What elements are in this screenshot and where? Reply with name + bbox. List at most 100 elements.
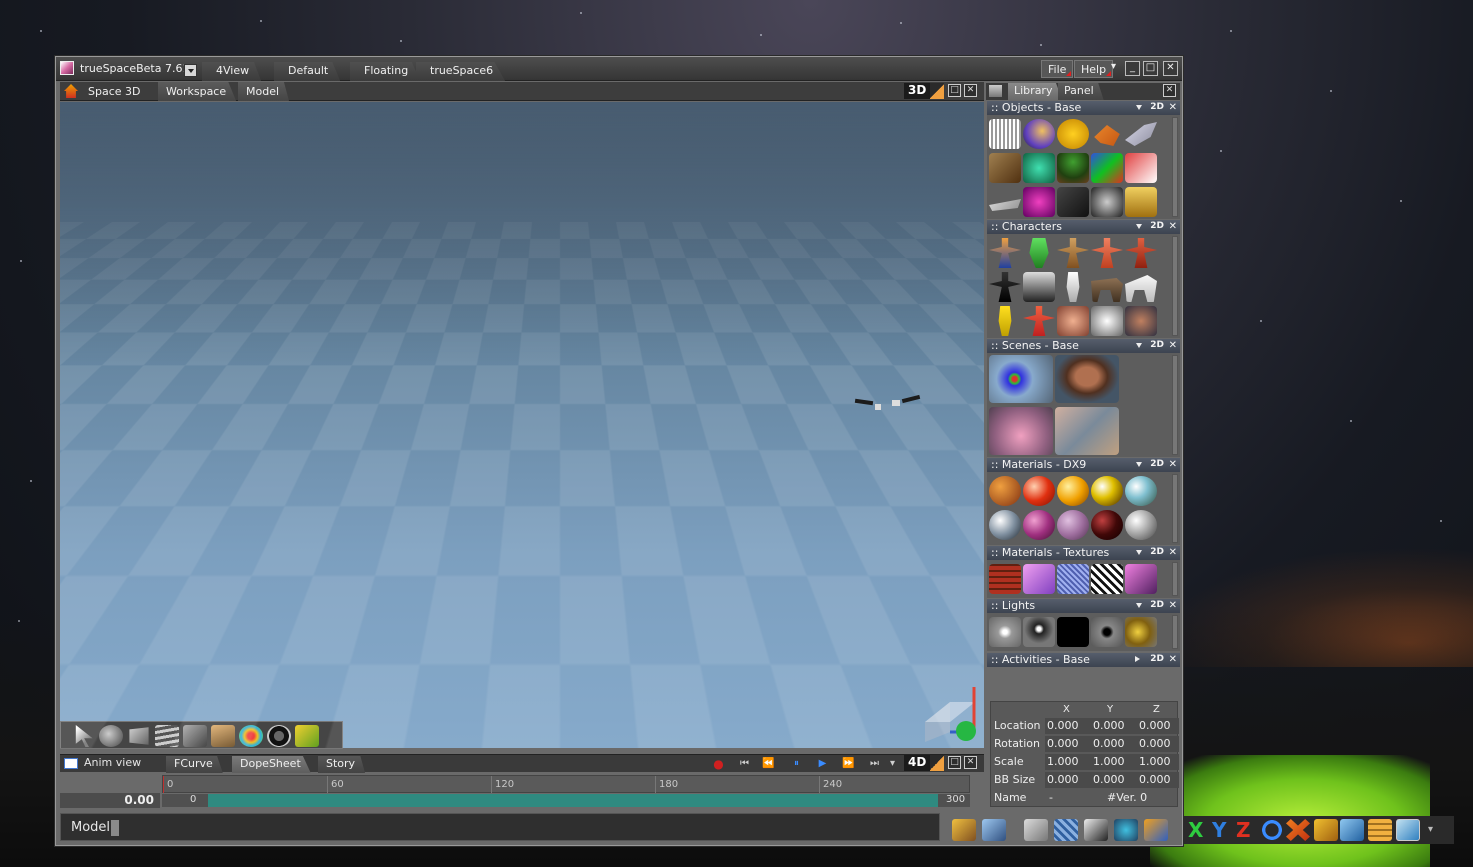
section-close-icon[interactable]: ✕ [1169, 458, 1177, 471]
section-header[interactable]: :: Activities - Base 2D ✕ [987, 653, 1180, 667]
select-arrow-icon[interactable] [75, 725, 93, 747]
light-swatch[interactable] [1023, 617, 1055, 647]
3d-viewport[interactable] [60, 102, 984, 748]
library-item[interactable] [1091, 153, 1123, 183]
view-2d-toggle[interactable]: 2D [1150, 546, 1164, 559]
deform-icon[interactable] [211, 725, 235, 747]
help-menu[interactable]: Help [1074, 60, 1114, 78]
library-item[interactable] [1057, 119, 1089, 149]
axis-y-toggle[interactable]: Y [1212, 820, 1226, 840]
library-item[interactable] [1091, 278, 1123, 302]
expand-arrow-icon[interactable] [1135, 656, 1140, 662]
texture-swatch[interactable] [1125, 564, 1157, 594]
move-tool-icon[interactable] [1286, 819, 1310, 841]
objects-icon[interactable] [1114, 819, 1138, 841]
go-to-start-button[interactable]: ⏮ [738, 758, 751, 770]
tab-workspace[interactable]: Workspace [158, 82, 237, 101]
close-button[interactable]: ✕ [1163, 61, 1178, 76]
material-swatch[interactable] [1057, 510, 1089, 540]
paint-icon[interactable] [183, 725, 207, 747]
location-x[interactable]: 0.000 [1047, 719, 1079, 732]
layout-tab-truespace6[interactable]: trueSpace6 [416, 62, 506, 81]
scale-y[interactable]: 1.000 [1093, 755, 1125, 768]
section-scrollbar[interactable] [1172, 615, 1178, 649]
library-item[interactable] [1091, 306, 1123, 336]
layers-icon[interactable] [155, 725, 179, 747]
anim-view-checkbox[interactable] [64, 758, 78, 769]
material-swatch[interactable] [1023, 510, 1055, 540]
scale-x[interactable]: 1.000 [1047, 755, 1079, 768]
view-2d-toggle[interactable]: 2D [1150, 220, 1164, 233]
location-y[interactable]: 0.000 [1093, 719, 1125, 732]
library-item[interactable] [1091, 238, 1123, 268]
sweep-icon[interactable] [1340, 819, 1364, 841]
library-item[interactable] [989, 199, 1021, 211]
mode-badge-4d[interactable]: 4D [904, 755, 931, 771]
grid-box-icon[interactable] [1368, 819, 1392, 841]
maximize-button[interactable]: □ [1143, 61, 1158, 76]
viewport-close-button[interactable]: ✕ [964, 84, 977, 97]
library-item[interactable] [998, 306, 1012, 336]
view-2d-toggle[interactable]: 2D [1150, 339, 1164, 352]
layout-tab-floating[interactable]: Floating [350, 62, 421, 81]
record-button[interactable]: ● [712, 758, 725, 770]
library-item[interactable] [1091, 187, 1123, 217]
rotation-y[interactable]: 0.000 [1093, 737, 1125, 750]
screen-icon[interactable] [1396, 819, 1420, 841]
layout-tab-4view[interactable]: 4View [202, 62, 262, 81]
section-scrollbar[interactable] [1172, 474, 1178, 543]
axis-x-toggle[interactable]: X [1188, 820, 1203, 840]
axis-gizmo[interactable] [920, 687, 980, 742]
section-close-icon[interactable]: ✕ [1169, 220, 1177, 233]
fast-forward-button[interactable]: ⏩ [842, 758, 855, 770]
section-close-icon[interactable]: ✕ [1169, 101, 1177, 114]
chevron-down-icon[interactable]: ▾ [1109, 61, 1118, 76]
rewind-button[interactable]: ⏪ [762, 758, 775, 770]
play-button[interactable]: ▶ [816, 758, 829, 770]
viewport-maximize-button[interactable]: □ [948, 84, 961, 97]
view-2d-toggle[interactable]: 2D [1150, 101, 1164, 114]
ring-icon[interactable] [267, 725, 291, 747]
pause-button[interactable]: ⏸ [790, 758, 803, 770]
section-scrollbar[interactable] [1172, 117, 1178, 217]
library-item[interactable] [989, 355, 1053, 403]
library-item[interactable] [1094, 125, 1120, 146]
tab-space-3d[interactable]: Space 3D [80, 82, 151, 101]
tab-fcurve[interactable]: FCurve [166, 756, 223, 773]
tab-model[interactable]: Model [238, 82, 290, 101]
location-z[interactable]: 0.000 [1139, 719, 1171, 732]
current-time-display[interactable]: 0.00 [60, 793, 160, 808]
texture-swatch[interactable] [1057, 564, 1089, 594]
library-item[interactable] [1055, 407, 1119, 455]
library-item[interactable] [1057, 187, 1089, 217]
light-swatch[interactable] [1057, 617, 1089, 647]
library-item[interactable] [1023, 153, 1055, 183]
playback-options-icon[interactable]: ▾ [886, 758, 899, 770]
library-close-button[interactable]: ✕ [1163, 84, 1176, 97]
library-item[interactable] [1125, 187, 1157, 217]
material-swatch[interactable] [989, 476, 1021, 506]
library-item[interactable] [1057, 306, 1089, 336]
collapse-arrow-icon[interactable] [1136, 550, 1142, 555]
tab-story[interactable]: Story [318, 756, 366, 773]
collapse-arrow-icon[interactable] [1136, 343, 1142, 348]
collapse-arrow-icon[interactable] [1136, 462, 1142, 467]
section-header[interactable]: :: Lights 2D ✕ [987, 599, 1180, 613]
package-icon[interactable] [1144, 819, 1168, 841]
add-light-icon[interactable] [295, 725, 319, 747]
library-item[interactable] [1125, 122, 1157, 146]
library-item[interactable] [1023, 119, 1055, 149]
corner-resize-icon[interactable] [930, 83, 944, 99]
render-icon[interactable] [1084, 819, 1108, 841]
texture-swatch[interactable] [1023, 564, 1055, 594]
chevron-down-icon[interactable]: ▾ [1428, 824, 1433, 835]
bbsize-x[interactable]: 0.000 [1047, 773, 1079, 786]
mode-badge-3d[interactable]: 3D [904, 83, 931, 99]
cube-icon[interactable] [1314, 819, 1338, 841]
collapse-arrow-icon[interactable] [1136, 603, 1142, 608]
library-item[interactable] [989, 272, 1021, 302]
range-fill[interactable] [208, 794, 938, 807]
library-item[interactable] [1125, 153, 1157, 183]
section-header[interactable]: :: Materials - DX9 2D ✕ [987, 458, 1180, 472]
library-item[interactable] [1023, 187, 1055, 217]
